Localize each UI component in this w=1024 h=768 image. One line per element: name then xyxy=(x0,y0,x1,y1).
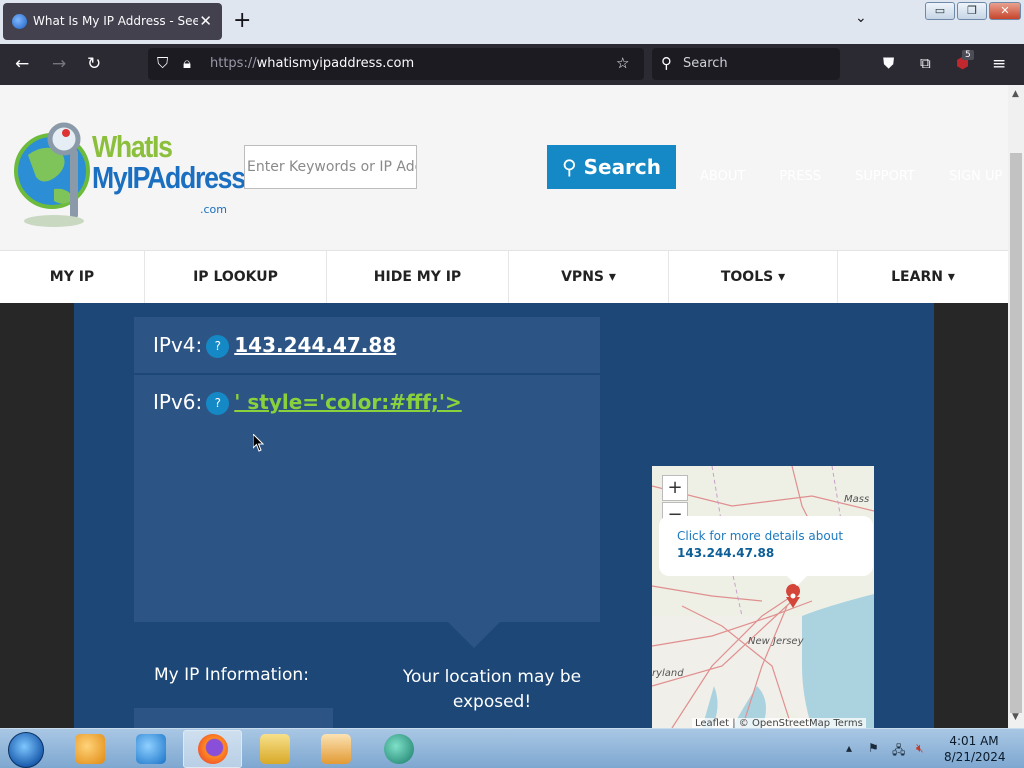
forward-icon[interactable]: → xyxy=(52,54,66,74)
globe-icon xyxy=(12,14,27,29)
main-nav: MY IP IP LOOKUP HIDE MY IP VPNS ▾ TOOLS … xyxy=(0,250,1008,303)
extension-badge: 5 xyxy=(962,50,974,60)
top-link-signup[interactable]: SIGN UP xyxy=(949,169,1002,184)
reload-icon[interactable]: ↻ xyxy=(87,54,101,74)
tab-close-icon[interactable]: ✕ xyxy=(199,12,212,30)
search-icon: ⚲ xyxy=(561,155,577,179)
top-link-press[interactable]: PRESS xyxy=(779,169,821,184)
my-ip-information-heading: My IP Information: xyxy=(154,665,309,685)
ipv4-value[interactable]: 143.244.47.88 xyxy=(234,333,396,357)
ip-address-box: IPv4:? 143.244.47.88 IPv6:? ' style='color… xyxy=(134,317,600,622)
map-attribution[interactable]: Leaflet | © OpenStreetMap Terms xyxy=(692,718,866,728)
popup-ip[interactable]: 143.244.47.88 xyxy=(677,546,774,560)
url-bar[interactable]: ⛉ 🔒︎ https://whatismyipaddress.com ☆ xyxy=(148,48,644,80)
pocket-icon[interactable]: ⛊ xyxy=(883,54,894,72)
network-icon[interactable]: 🖧︎ xyxy=(892,741,905,762)
callout-pointer xyxy=(448,622,500,648)
extensions-icon[interactable]: ⧉ xyxy=(920,54,931,72)
map-label-nj: New Jersey xyxy=(748,636,805,647)
map-label-mass: Mass xyxy=(844,494,869,505)
logo-text: WhatIs MyIPAddress xyxy=(92,129,246,195)
popup-text: Click for more details about xyxy=(677,529,844,543)
ipv4-label: IPv4: xyxy=(153,333,203,357)
nav-my-ip[interactable]: MY IP xyxy=(0,251,145,303)
search-app-icon[interactable] xyxy=(75,734,105,764)
clock-time: 4:01 AM xyxy=(949,734,999,748)
search-placeholder: Search xyxy=(683,56,728,71)
ipv6-label: IPv6: xyxy=(153,390,203,414)
scroll-down-icon[interactable]: ▼ xyxy=(1012,712,1019,722)
site-logo[interactable]: WhatIs MyIPAddress .com xyxy=(14,103,246,243)
web-page: WhatIs MyIPAddress .com Enter Keywords o… xyxy=(0,85,1008,728)
shield-icon[interactable]: ⛉ xyxy=(157,54,168,72)
site-header: WhatIs MyIPAddress .com Enter Keywords o… xyxy=(0,85,1008,250)
map-label-md: ryland xyxy=(652,668,684,679)
ipv6-value[interactable]: ' style='color:#fff;'> xyxy=(234,390,461,414)
lock-icon[interactable]: 🔒︎ xyxy=(183,54,191,72)
volume-muted-icon[interactable]: 🔇︎ xyxy=(916,741,924,756)
taskbar: ▴ ⚑ 🖧︎ 🔇︎ 4:01 AM 8/21/2024 xyxy=(0,728,1024,768)
ipv4-row: IPv4:? 143.244.47.88 xyxy=(153,333,396,358)
help-icon[interactable]: ? xyxy=(206,392,230,415)
keyword-search-input[interactable]: Enter Keywords or IP Address xyxy=(244,145,417,189)
search-button[interactable]: ⚲ Search xyxy=(547,145,676,189)
popup-tip xyxy=(787,576,807,586)
nav-learn[interactable]: LEARN ▾ xyxy=(838,251,1008,303)
start-button[interactable] xyxy=(8,732,44,768)
back-icon[interactable]: ← xyxy=(15,54,29,74)
scroll-thumb[interactable] xyxy=(1010,153,1022,713)
nav-tools[interactable]: TOOLS ▾ xyxy=(669,251,838,303)
url-text[interactable]: https://whatismyipaddress.com xyxy=(210,56,414,71)
new-tab-button[interactable]: + xyxy=(233,8,251,33)
media-player-icon[interactable] xyxy=(321,734,351,764)
top-links: ABOUT PRESS SUPPORT SIGN UP xyxy=(700,169,1008,184)
firefox-icon[interactable] xyxy=(198,734,228,764)
maximize-button[interactable]: ❐ xyxy=(957,2,987,20)
show-hidden-icons[interactable]: ▴ xyxy=(846,741,852,755)
tab-title: What Is My IP Address - See Your xyxy=(33,14,198,28)
divider xyxy=(134,373,600,375)
logo-suffix: .com xyxy=(200,203,227,216)
top-link-support[interactable]: SUPPORT xyxy=(855,169,915,184)
system-clock[interactable]: 4:01 AM 8/21/2024 xyxy=(944,733,1006,765)
tab-active[interactable]: What Is My IP Address - See Your ✕ xyxy=(3,3,222,40)
ip-content-panel: IPv4:? 143.244.47.88 IPv6:? ' style='color… xyxy=(74,303,934,728)
flag-icon[interactable]: ⚑ xyxy=(868,741,879,755)
top-link-about[interactable]: ABOUT xyxy=(700,169,745,184)
nav-toolbar: ← → ↻ ⛉ 🔒︎ https://whatismyipaddress.com… xyxy=(0,44,1024,85)
map-popup[interactable]: Click for more details about 143.244.47.… xyxy=(659,516,873,586)
mouse-cursor-icon xyxy=(253,434,265,452)
help-icon[interactable]: ? xyxy=(206,335,230,358)
nav-vpns[interactable]: VPNS ▾ xyxy=(509,251,669,303)
page-scrollbar[interactable]: ▲ ▼ xyxy=(1008,85,1024,728)
ip-info-box xyxy=(134,708,333,728)
search-button-label: Search xyxy=(583,155,662,179)
ipv6-row: IPv6:? ' style='color:#fff;'> xyxy=(153,390,462,415)
minimize-button[interactable]: ▭ xyxy=(925,2,955,20)
app-icon[interactable] xyxy=(384,734,414,764)
search-field[interactable]: ⚲ Search xyxy=(652,48,840,80)
file-explorer-icon[interactable] xyxy=(260,734,290,764)
zoom-in-button[interactable]: + xyxy=(662,475,688,501)
bookmark-star-icon[interactable]: ☆ xyxy=(616,54,629,72)
search-icon: ⚲ xyxy=(661,54,672,72)
close-window-button[interactable]: ✕ xyxy=(989,2,1021,20)
scroll-up-icon[interactable]: ▲ xyxy=(1012,89,1019,99)
internet-explorer-icon[interactable] xyxy=(136,734,166,764)
globe-magnifier-icon xyxy=(14,122,90,227)
location-warning: Your location may be exposed! xyxy=(402,667,582,712)
nav-ip-lookup[interactable]: IP LOOKUP xyxy=(145,251,327,303)
tab-bar: What Is My IP Address - See Your ✕ + ⌄ ▭… xyxy=(0,0,1024,44)
list-tabs-button[interactable]: ⌄ xyxy=(855,10,867,26)
menu-icon[interactable]: ≡ xyxy=(992,54,1006,74)
clock-date: 8/21/2024 xyxy=(944,750,1006,764)
nav-hide-my-ip[interactable]: HIDE MY IP xyxy=(327,251,509,303)
location-map[interactable]: Mass New Jersey ryland + − Click for mor… xyxy=(652,466,874,728)
